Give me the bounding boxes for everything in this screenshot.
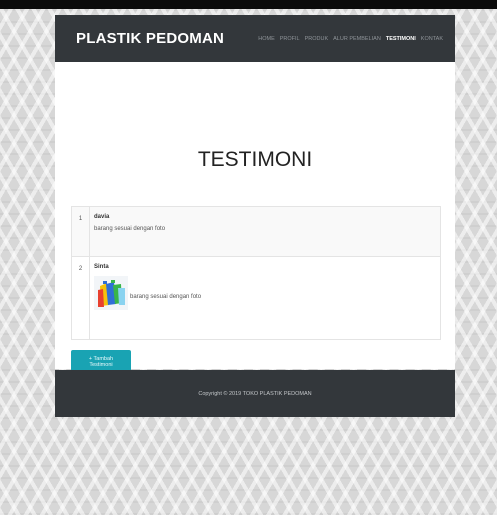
nav-item-home[interactable]: HOME [258, 36, 275, 42]
testimonial-name: Sinta [94, 264, 109, 270]
nav-item-profil[interactable]: PROFIL [280, 36, 300, 42]
page-container: PLASTIK PEDOMAN HOME PROFIL PRODUK ALUR … [55, 15, 455, 417]
testimonial-name: davia [94, 214, 110, 220]
testimonial-cell: Sinta barang sesuai dengan foto [90, 257, 440, 339]
footer-copyright: Copyright © 2019 TOKO PLASTIK PEDOMAN [198, 390, 312, 397]
brand-logo[interactable]: PLASTIK PEDOMAN [76, 30, 224, 47]
nav-menu: HOME PROFIL PRODUK ALUR PEMBELIAN TESTIM… [258, 36, 443, 42]
main-content: TESTIMONI 1 davia barang sesuai dengan f… [55, 62, 455, 374]
testimonial-message: barang sesuai dengan foto [130, 294, 202, 300]
testimonial-body: barang sesuai dengan foto [94, 276, 436, 310]
nav-item-kontak[interactable]: KONTAK [421, 36, 443, 42]
navbar: PLASTIK PEDOMAN HOME PROFIL PRODUK ALUR … [55, 15, 455, 62]
testimonial-message: barang sesuai dengan foto [94, 226, 166, 232]
row-number: 2 [72, 257, 90, 339]
top-black-bar [0, 0, 497, 9]
table-row: 1 davia barang sesuai dengan foto [72, 207, 440, 257]
table-row: 2 Sinta barang sesuai dengan foto [72, 257, 440, 339]
nav-item-alur-pembelian[interactable]: ALUR PEMBELIAN [333, 36, 381, 42]
nav-item-testimoni[interactable]: TESTIMONI [386, 36, 416, 42]
testimonial-cell: davia barang sesuai dengan foto [90, 207, 440, 256]
page-title: TESTIMONI [197, 148, 313, 171]
plastic-bags-photo [94, 276, 128, 310]
footer: Copyright © 2019 TOKO PLASTIK PEDOMAN [55, 370, 455, 417]
testimonial-table: 1 davia barang sesuai dengan foto 2 Sint… [71, 206, 441, 340]
row-number: 1 [72, 207, 90, 256]
nav-item-produk[interactable]: PRODUK [305, 36, 329, 42]
